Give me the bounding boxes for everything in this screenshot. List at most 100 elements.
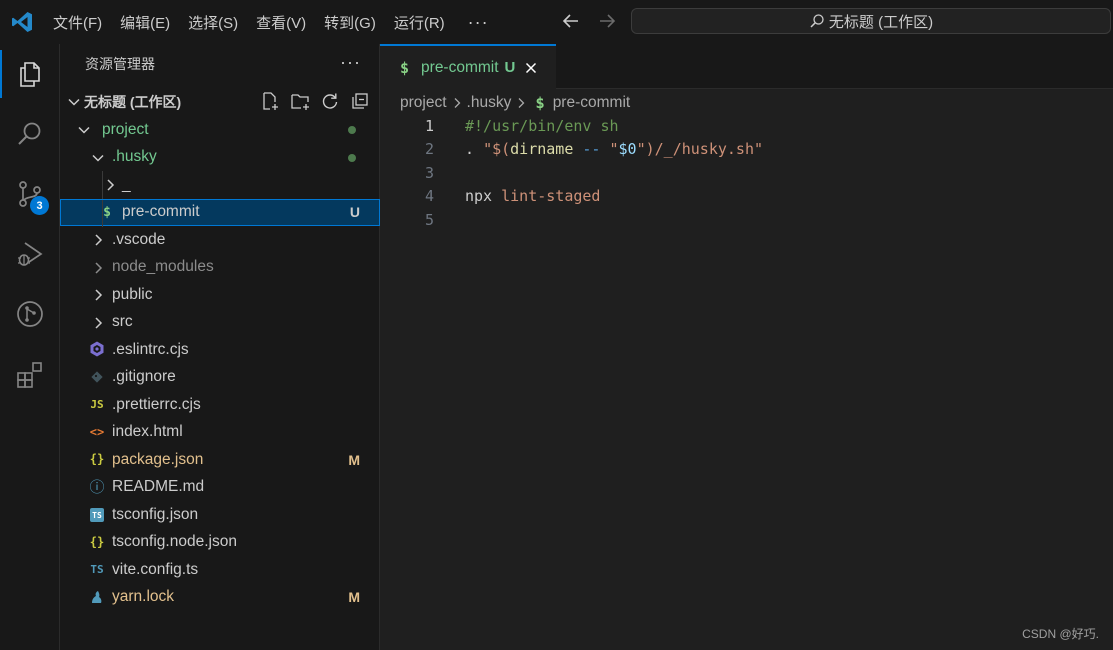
tree-item-label: package.json [112,450,204,468]
line-number: 4 [424,187,434,206]
tree-item-readme[interactable]: ⓘ README.md [60,474,380,502]
yarn-icon [92,590,102,603]
menu-selection[interactable]: 选择(S) [179,12,247,33]
tab-label: pre-commit [421,58,499,76]
menu-file[interactable]: 文件(F) [44,12,111,33]
git-graph-icon [17,301,43,327]
tree-item-prettierrc[interactable]: JS .prettierrc.cjs [60,391,380,419]
tree-item-underscore[interactable]: _ [60,171,380,199]
typescript-icon: TS [90,562,104,576]
activity-extensions[interactable] [0,346,60,402]
tree-item-label: project [102,120,149,138]
tree-item-project[interactable]: project [60,116,380,144]
menu-view[interactable]: 查看(V) [247,12,315,33]
tree-item-eslintrc[interactable]: .eslintrc.cjs [60,336,380,364]
menu-bar: 文件(F) 编辑(E) 选择(S) 查看(V) 转到(G) 运行(R) ··· [44,0,498,44]
command-center-search[interactable]: 无标题 (工作区) [631,8,1111,34]
activity-source-control[interactable]: 3 [0,166,60,222]
editor-area: $ pre-commit U project .husky $ pre-comm… [380,44,1113,650]
chevron-right-icon [95,289,103,301]
tree-item-tsconfig-json[interactable]: TS tsconfig.json [60,501,380,529]
line-number: 3 [424,163,434,182]
code-line: 5 [380,208,1113,232]
explorer-title: 资源管理器 [85,56,155,72]
tree-item-label: index.html [112,423,183,441]
refresh-icon[interactable] [320,91,340,111]
tree-item-src[interactable]: src [60,309,380,337]
chevron-right-icon [454,98,460,108]
tab-pre-commit[interactable]: $ pre-commit U [380,44,556,89]
tree-item-label: tsconfig.json [112,505,199,523]
tree-item-pre-commit[interactable]: $ pre-commit U [60,198,380,227]
line-text: . "$(dirname -- "$0")/_/husky.sh" [465,140,764,159]
workspace-title: 无标题 (工作区) [84,94,182,110]
line-number: 2 [424,140,434,159]
breadcrumb-pre-commit[interactable]: pre-commit [553,94,631,112]
vscode-logo-icon [12,12,32,32]
chevron-right-icon [95,316,103,329]
menu-more-button[interactable]: ··· [454,12,498,33]
workspace-header[interactable]: 无标题 (工作区) [60,90,380,114]
search-icon [810,14,824,28]
new-folder-icon[interactable] [290,91,310,111]
explorer-more-button[interactable]: ··· [340,52,361,73]
code-editor[interactable]: 1 #!/usr/bin/env sh 2 . "$(dirname -- "$… [380,114,1113,232]
line-number: 1 [424,116,434,135]
forward-arrow-icon[interactable] [596,10,618,32]
tree-item-label: vite.config.ts [112,560,199,578]
git-modified-dot [348,126,356,134]
tree-item-label: .eslintrc.cjs [112,340,189,358]
tree-item-yarn-lock[interactable]: yarn.lock M [60,584,380,612]
tree-item-label: .gitignore [112,368,176,386]
activity-explorer[interactable] [0,46,60,102]
git-status-badge: M [348,589,360,606]
tree-item-label: .prettierrc.cjs [112,395,201,413]
shell-file-icon: $ [103,205,111,220]
workspace-actions [260,91,370,111]
tree-item-label: public [112,285,153,303]
code-line: 2 . "$(dirname -- "$0")/_/husky.sh" [380,138,1113,162]
tree-item-tsconfig-node-json[interactable]: {} tsconfig.node.json [60,529,380,557]
breadcrumb-husky[interactable]: .husky [467,94,512,112]
tree-item-label: .husky [112,148,157,166]
tree-item-label: node_modules [112,258,214,276]
activity-run-debug[interactable] [0,226,60,282]
git-icon [91,370,103,383]
tree-item-public[interactable]: public [60,281,380,309]
shell-file-icon: $ [535,94,545,112]
line-text: npx lint-staged [465,187,601,206]
back-arrow-icon[interactable] [560,10,582,32]
chevron-right-icon [95,261,103,274]
file-tree: project .husky _ $ pre-commit U .vscode [60,116,380,611]
activity-git-graph[interactable] [0,286,60,342]
breadcrumb: project .husky $ pre-commit [400,94,630,112]
tree-item-husky[interactable]: .husky [60,144,380,172]
new-file-icon[interactable] [260,91,280,111]
tree-item-node-modules[interactable]: node_modules [60,254,380,282]
typescript-config-icon: TS [90,508,104,522]
tree-item-gitignore[interactable]: .gitignore [60,364,380,392]
activity-bar: 3 [0,44,60,650]
html-icon: <> [89,424,105,439]
close-icon[interactable] [523,60,539,76]
menu-edit[interactable]: 编辑(E) [111,12,179,33]
chevron-down-icon [68,98,80,106]
line-number: 5 [424,210,434,229]
chevron-right-icon [107,179,115,191]
menu-go[interactable]: 转到(G) [315,12,385,33]
breadcrumb-project[interactable]: project [400,94,447,112]
activity-search[interactable] [0,106,60,162]
eslint-icon [90,341,104,357]
tree-item-vite-config[interactable]: TS vite.config.ts [60,556,380,584]
tree-item-label: _ [122,175,131,193]
menu-run[interactable]: 运行(R) [385,12,454,33]
tree-item-vscode[interactable]: .vscode [60,226,380,254]
git-status-badge: M [348,451,360,468]
json-icon: {} [89,534,105,549]
tree-item-package-json[interactable]: {} package.json M [60,446,380,474]
extensions-icon [17,362,42,388]
code-line: 4 npx lint-staged [380,185,1113,209]
title-bar: 文件(F) 编辑(E) 选择(S) 查看(V) 转到(G) 运行(R) ··· … [0,0,1113,44]
tree-item-index-html[interactable]: <> index.html [60,419,380,447]
collapse-all-icon[interactable] [350,91,370,111]
